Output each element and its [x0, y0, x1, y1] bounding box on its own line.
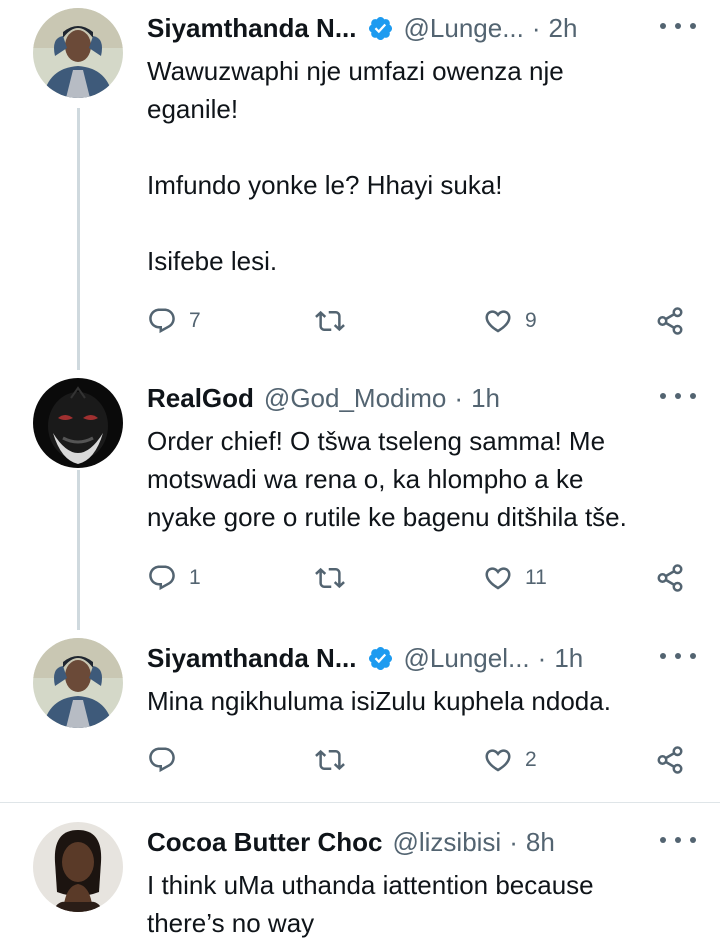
retweet-button[interactable]	[315, 558, 357, 598]
more-icon[interactable]	[660, 384, 696, 408]
reply-icon	[149, 308, 175, 334]
separator-dot: ·	[454, 382, 464, 413]
display-name[interactable]: Siyamthanda N...	[147, 13, 357, 44]
retweet-button[interactable]	[315, 301, 357, 341]
action-bar: 2	[147, 740, 687, 780]
tweet-header: Siyamthanda N... @Lungel... · 1h	[147, 638, 583, 678]
separator-dot: ·	[531, 12, 541, 43]
like-button[interactable]: 11	[483, 558, 547, 598]
like-icon	[485, 310, 511, 333]
like-button[interactable]: 9	[483, 301, 537, 341]
tweet[interactable]: Siyamthanda N... @Lungel... · 1h Mina ng…	[0, 638, 720, 788]
reply-button[interactable]: 1	[147, 558, 201, 598]
avatar[interactable]	[33, 378, 123, 468]
share-icon	[657, 564, 683, 592]
avatar[interactable]	[33, 822, 123, 912]
tweet-text: Mina ngikhuluma isiZulu kuphela ndoda.	[147, 686, 611, 716]
reply-button[interactable]: 7	[147, 301, 201, 341]
tweet-text: I think uMa uthanda iattention because t…	[147, 870, 594, 938]
avatar[interactable]	[33, 638, 123, 728]
timestamp[interactable]: 1h	[471, 383, 500, 414]
display-name[interactable]: Siyamthanda N...	[147, 643, 357, 674]
tweet-header: Siyamthanda N... @Lunge... · 2h	[147, 8, 577, 48]
tweet[interactable]: Siyamthanda N... @Lunge... · 2h Wawuzwap…	[0, 8, 720, 348]
separator-dot: ·	[509, 826, 518, 857]
separator-dot: ·	[537, 642, 547, 673]
user-handle[interactable]: @lizsibisi	[392, 827, 501, 858]
timestamp[interactable]: 2h	[549, 13, 578, 44]
timestamp[interactable]: 8h	[526, 827, 555, 858]
reply-icon	[149, 565, 175, 591]
display-name[interactable]: Cocoa Butter Choc	[147, 827, 382, 858]
tweet-header: Cocoa Butter Choc @lizsibisi · 8h	[147, 822, 555, 862]
like-icon	[485, 567, 511, 590]
verified-badge-icon	[368, 16, 392, 40]
user-handle[interactable]: @Lungel...	[404, 643, 530, 674]
tweet-text: Wawuzwaphi nje umfazi owenza nje eganile…	[147, 56, 564, 276]
thread-divider	[0, 802, 720, 803]
avatar[interactable]	[33, 8, 123, 98]
retweet-icon	[315, 749, 345, 771]
user-handle[interactable]: @God_Modimo	[264, 383, 446, 414]
more-icon[interactable]	[660, 14, 696, 38]
reply-count: 1	[189, 566, 201, 589]
share-icon	[657, 307, 683, 335]
like-count: 2	[525, 748, 537, 771]
retweet-icon	[315, 567, 345, 589]
tweet-text: Order chief! O tšwa tseleng samma! Me mo…	[147, 426, 627, 532]
tweet-header: RealGod @God_Modimo · 1h	[147, 378, 500, 418]
share-button[interactable]	[655, 558, 685, 598]
user-handle[interactable]: @Lunge...	[404, 13, 524, 44]
verified-badge-icon	[368, 646, 392, 670]
timestamp[interactable]: 1h	[554, 643, 583, 674]
more-icon[interactable]	[660, 828, 696, 852]
tweet[interactable]: Cocoa Butter Choc @lizsibisi · 8h I thin…	[0, 822, 720, 938]
like-count: 11	[525, 566, 547, 589]
retweet-button[interactable]	[315, 740, 357, 780]
action-bar: 7 9	[147, 301, 687, 341]
share-button[interactable]	[655, 301, 685, 341]
display-name[interactable]: RealGod	[147, 383, 254, 414]
action-bar: 1 11	[147, 558, 687, 598]
like-button[interactable]: 2	[483, 740, 537, 780]
share-button[interactable]	[655, 740, 685, 780]
like-icon	[485, 749, 511, 772]
tweet[interactable]: RealGod @God_Modimo · 1h Order chief! O …	[0, 378, 720, 618]
like-count: 9	[525, 309, 537, 332]
reply-icon	[149, 747, 175, 773]
share-icon	[657, 746, 683, 774]
more-icon[interactable]	[660, 644, 696, 668]
reply-button[interactable]	[147, 740, 189, 780]
retweet-icon	[315, 310, 345, 332]
reply-count: 7	[189, 309, 201, 332]
